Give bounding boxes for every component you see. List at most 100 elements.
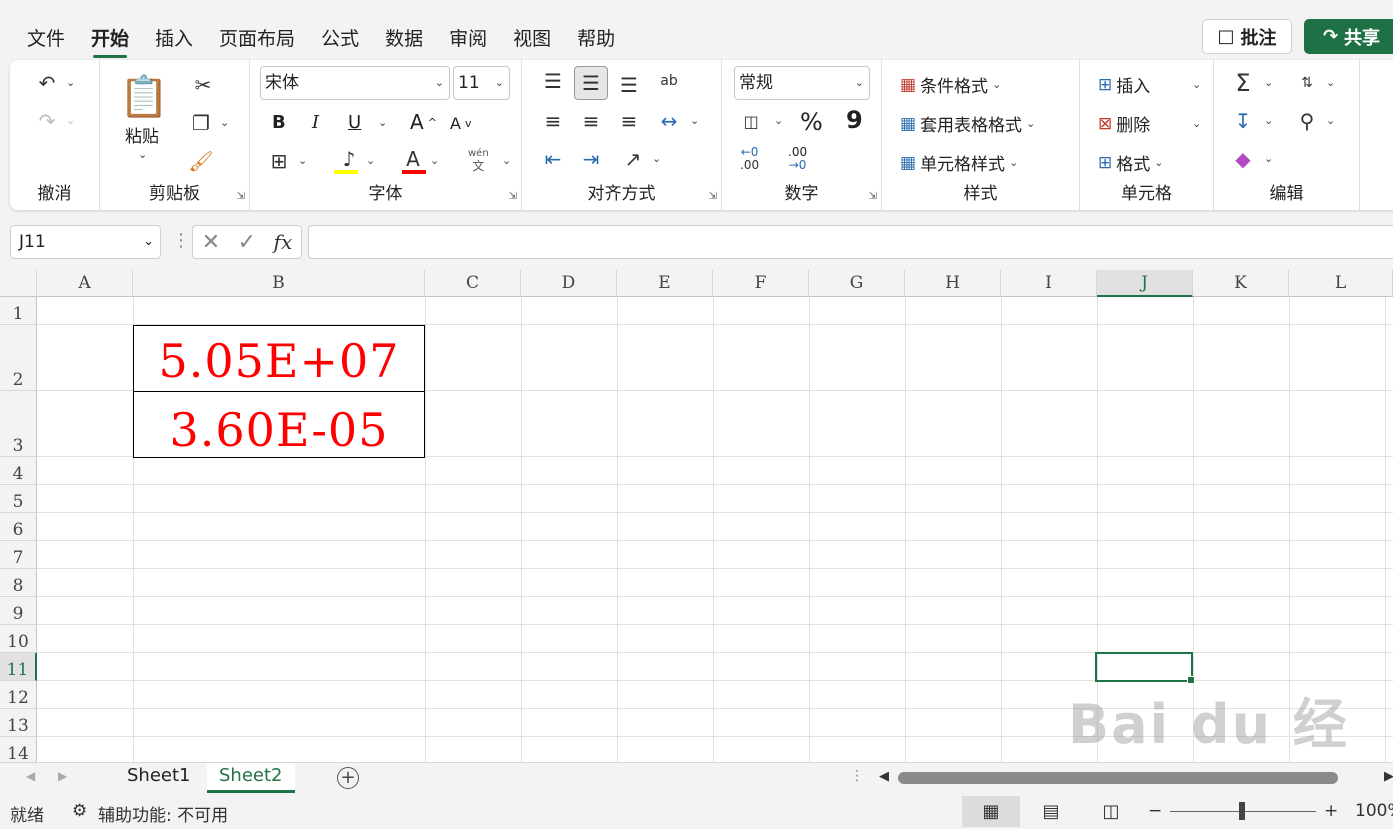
active-cell-j11[interactable] [1095, 652, 1195, 684]
add-sheet-icon[interactable]: + [337, 767, 359, 789]
column-header[interactable]: H [905, 270, 1001, 297]
wrap-text-icon[interactable]: ab [654, 66, 684, 96]
font-launcher-icon[interactable]: ⇲ [509, 191, 517, 202]
tab-home[interactable]: 开始 [78, 24, 142, 58]
row-header[interactable]: 4 [0, 457, 37, 485]
row-header[interactable]: 5 [0, 485, 37, 513]
sheet-tab-active[interactable]: Sheet2 [207, 763, 295, 793]
align-center-icon[interactable]: ≡ [576, 106, 606, 136]
redo-dropdown-icon[interactable]: ⌄ [66, 114, 75, 127]
column-header[interactable]: K [1193, 270, 1289, 297]
borders-icon[interactable]: ⊞ [264, 146, 294, 176]
column-header[interactable]: G [809, 270, 905, 297]
name-box[interactable]: J11 ⌄ [10, 225, 161, 259]
scroll-right-icon[interactable]: ▶ [1384, 769, 1393, 784]
column-header[interactable]: D [521, 270, 617, 297]
copy-icon[interactable]: ❐ [186, 108, 216, 138]
zoom-level[interactable]: 100% [1355, 801, 1393, 821]
cut-icon[interactable]: ✂ [188, 70, 218, 100]
formula-bar-handle-icon[interactable]: ⋮ [172, 230, 190, 251]
column-header[interactable]: L [1289, 270, 1393, 297]
format-painter-icon[interactable]: 🖌 [186, 146, 216, 176]
column-header[interactable]: C [425, 270, 521, 297]
row-header[interactable]: 10 [0, 625, 37, 653]
fill-icon[interactable]: ↧ [1228, 106, 1258, 136]
borders-dropdown-icon[interactable]: ⌄ [298, 154, 307, 167]
normal-view-icon[interactable]: ▦ [962, 796, 1020, 827]
row-header[interactable]: 14 [0, 737, 37, 762]
tab-formulas[interactable]: 公式 [308, 24, 372, 54]
phonetic-dropdown-icon[interactable]: ⌄ [502, 154, 511, 167]
cell-b3[interactable]: 3.60E-05 [133, 391, 425, 458]
orientation-icon[interactable]: ↗ [618, 144, 648, 174]
bold-button[interactable]: B [272, 112, 286, 133]
row-header[interactable]: 12 [0, 681, 37, 709]
share-button[interactable]: ↷ 共享 [1304, 19, 1393, 54]
font-name-select[interactable]: 宋体 ⌄ [260, 66, 450, 100]
page-break-view-icon[interactable]: ◫ [1082, 796, 1140, 827]
tab-split-handle-icon[interactable]: ⋮ [850, 768, 864, 784]
accessibility-icon[interactable]: ⚙ [72, 801, 87, 821]
conditional-formatting-button[interactable]: ▦ 条件格式 ⌄ [900, 72, 1001, 98]
undo-dropdown-icon[interactable]: ⌄ [66, 76, 75, 89]
row-header[interactable]: 3 [0, 391, 37, 457]
fill-color-dropdown-icon[interactable]: ⌄ [366, 154, 375, 167]
accessibility-status[interactable]: 辅助功能: 不可用 [98, 801, 228, 826]
underline-dropdown-icon[interactable]: ⌄ [378, 116, 387, 129]
delete-cells-button[interactable]: ⊠ 删除 [1098, 111, 1150, 137]
autosum-dropdown-icon[interactable]: ⌄ [1264, 76, 1273, 89]
paste-icon[interactable]: 📋 [119, 72, 169, 120]
accounting-format-icon[interactable]: ◫ [736, 106, 766, 136]
fill-dropdown-icon[interactable]: ⌄ [1264, 114, 1273, 127]
zoom-slider-thumb[interactable] [1239, 802, 1245, 820]
decrease-indent-icon[interactable]: ⇤ [538, 144, 568, 174]
font-color-dropdown-icon[interactable]: ⌄ [430, 154, 439, 167]
row-header[interactable]: 2 [0, 325, 37, 391]
row-header-selected[interactable]: 11 [0, 653, 37, 681]
orientation-dropdown-icon[interactable]: ⌄ [652, 152, 661, 165]
italic-button[interactable]: I [312, 112, 319, 133]
formula-input[interactable] [308, 225, 1393, 259]
confirm-icon[interactable]: ✓ [238, 230, 256, 255]
top-align-icon[interactable]: ☰ [538, 66, 568, 96]
undo-icon[interactable]: ↶ [32, 68, 62, 98]
align-left-icon[interactable]: ≡ [538, 106, 568, 136]
number-launcher-icon[interactable]: ⇲ [869, 191, 877, 202]
row-header[interactable]: 1 [0, 297, 37, 325]
next-sheet-icon[interactable]: ▶ [58, 769, 67, 783]
paste-button[interactable]: 粘贴 [125, 122, 159, 147]
increase-font-size-button[interactable]: A ^ [410, 110, 437, 134]
insert-cells-button[interactable]: ⊞ 插入 [1098, 72, 1150, 98]
increase-decimal-button[interactable]: ←0 .00 [740, 146, 759, 172]
tab-file[interactable]: 文件 [14, 24, 78, 54]
merge-dropdown-icon[interactable]: ⌄ [690, 114, 699, 127]
clear-icon[interactable]: ◆ [1228, 144, 1258, 174]
scroll-left-icon[interactable]: ◀ [879, 769, 889, 784]
format-as-table-button[interactable]: ▦ 套用表格格式 ⌄ [900, 111, 1035, 137]
clipboard-launcher-icon[interactable]: ⇲ [237, 191, 245, 202]
tab-page-layout[interactable]: 页面布局 [206, 24, 308, 54]
copy-dropdown-icon[interactable]: ⌄ [220, 116, 229, 129]
zoom-in-icon[interactable]: + [1324, 801, 1338, 821]
increase-indent-icon[interactable]: ⇥ [576, 144, 606, 174]
clear-dropdown-icon[interactable]: ⌄ [1264, 152, 1273, 165]
column-header[interactable]: E [617, 270, 713, 297]
column-header[interactable]: F [713, 270, 809, 297]
underline-button[interactable]: U [348, 112, 361, 133]
middle-align-icon[interactable]: ☰ [574, 66, 608, 100]
delete-dropdown-icon[interactable]: ⌄ [1192, 117, 1201, 130]
merge-center-icon[interactable]: ↔ [654, 106, 684, 136]
previous-sheet-icon[interactable]: ◀ [26, 769, 35, 783]
autosum-icon[interactable]: Σ [1228, 68, 1258, 98]
worksheet-grid[interactable]: A B C D E F G H I J K L 1 2 3 4 5 6 7 8 … [0, 270, 1393, 762]
column-header[interactable]: I [1001, 270, 1097, 297]
row-header[interactable]: 6 [0, 513, 37, 541]
column-header[interactable]: B [133, 270, 425, 297]
insert-dropdown-icon[interactable]: ⌄ [1192, 78, 1201, 91]
tab-review[interactable]: 审阅 [436, 24, 500, 54]
phonetic-guide-button[interactable]: wén 文 [468, 148, 489, 172]
align-right-icon[interactable]: ≡ [614, 106, 644, 136]
row-header[interactable]: 7 [0, 541, 37, 569]
insert-function-button[interactable]: fx [274, 230, 293, 254]
font-size-select[interactable]: 11 ⌄ [453, 66, 510, 100]
